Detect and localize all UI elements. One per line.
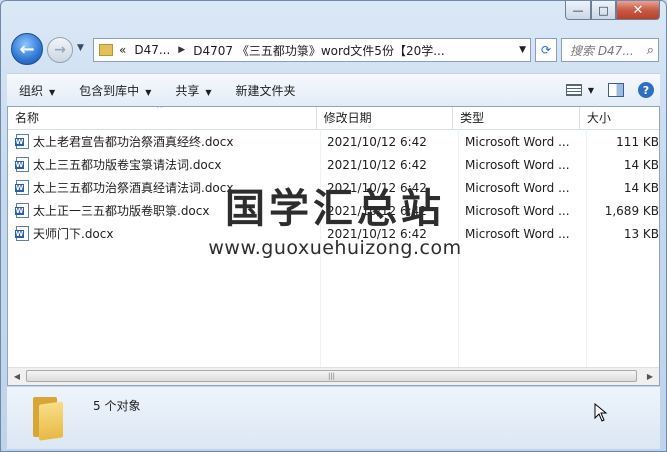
chevron-right-icon[interactable]: ▶ xyxy=(178,45,185,55)
file-type: Microsoft Word ... xyxy=(465,203,570,218)
scrollbar-thumb[interactable]: ||| xyxy=(26,370,637,382)
include-library-label: 包含到库中 xyxy=(79,83,140,98)
file-type: Microsoft Word ... xyxy=(465,226,570,241)
organize-label: 组织 xyxy=(19,83,44,98)
address-bar[interactable]: « D47... ▶ D4707 《三五都功箓》word文件5份【20学... … xyxy=(93,38,531,62)
file-name: 太上老君宣告都功治祭酒真经终.docx xyxy=(33,135,234,149)
details-pane: 5 个对象 xyxy=(7,387,660,449)
caption-buttons: — □ ✕ xyxy=(565,1,660,20)
navigation-bar: ← → ▼ « D47... ▶ D4707 《三五都功箓》word文件5份【2… xyxy=(9,33,659,67)
file-date: 2021/10/12 6:42 xyxy=(327,157,427,172)
file-name: 天师门下.docx xyxy=(33,227,114,241)
address-overflow[interactable]: « xyxy=(119,43,126,57)
new-folder-button[interactable]: 新建文件夹 xyxy=(224,82,308,99)
word-document-icon xyxy=(15,180,29,195)
chevron-down-icon: ▼ xyxy=(49,87,56,97)
maximize-button[interactable]: □ xyxy=(591,1,616,20)
column-header-size[interactable]: 大小 xyxy=(580,107,659,129)
file-row[interactable]: 太上正一三五都功版卷职箓.docx 2021/10/12 6:42 Micros… xyxy=(8,199,659,222)
share-menu[interactable]: 共享 ▼ xyxy=(163,82,223,99)
chevron-down-icon: ▼ xyxy=(205,87,212,97)
file-size: 14 KB xyxy=(623,180,659,195)
view-icon xyxy=(565,84,582,96)
file-date: 2021/10/12 6:42 xyxy=(327,203,427,218)
scroll-right-icon[interactable]: ▶ xyxy=(643,370,657,383)
forward-button[interactable]: → xyxy=(47,37,73,63)
search-placeholder: 搜索 D47... xyxy=(570,43,634,58)
toolbar-right-group: ▼ ? xyxy=(565,74,654,106)
column-header-name[interactable]: ^ 名称 xyxy=(8,107,317,129)
horizontal-scrollbar[interactable]: ◀ ||| ▶ xyxy=(8,367,659,385)
sort-ascending-icon: ^ xyxy=(156,107,163,113)
word-document-icon xyxy=(15,226,29,241)
file-row[interactable]: 天师门下.docx 2021/10/12 6:42 Microsoft Word… xyxy=(8,222,659,245)
file-name: 太上正一三五都功版卷职箓.docx xyxy=(33,204,210,218)
file-size: 14 KB xyxy=(623,157,659,172)
word-document-icon xyxy=(15,203,29,218)
include-in-library-menu[interactable]: 包含到库中 ▼ xyxy=(67,82,163,99)
address-segment-current[interactable]: D4707 《三五都功箓》word文件5份【20学... xyxy=(193,42,444,59)
folder-icon xyxy=(99,44,113,56)
minimize-button[interactable]: — xyxy=(565,1,591,20)
organize-menu[interactable]: 组织 ▼ xyxy=(7,82,67,99)
new-folder-label: 新建文件夹 xyxy=(235,83,296,98)
help-icon[interactable]: ? xyxy=(638,82,654,98)
file-size: 13 KB xyxy=(623,226,659,241)
address-segment-parent[interactable]: D47... xyxy=(134,43,170,57)
back-arrow-icon: ← xyxy=(19,38,35,60)
chevron-down-icon: ▼ xyxy=(145,87,152,97)
item-count: 5 个对象 xyxy=(93,399,141,413)
file-type: Microsoft Word ... xyxy=(465,180,570,195)
scroll-left-icon[interactable]: ◀ xyxy=(10,370,24,383)
file-name: 太上三五都功治祭酒真经请法词.docx xyxy=(33,181,234,195)
search-input[interactable]: 搜索 D47... ⌕ xyxy=(561,38,659,62)
file-name: 太上三五都功版卷宝箓请法词.docx xyxy=(33,158,222,172)
recent-pages-dropdown[interactable]: ▼ xyxy=(77,43,84,53)
address-dropdown-icon[interactable]: ▼ xyxy=(519,45,526,55)
file-rows: 太上老君宣告都功治祭酒真经终.docx 2021/10/12 6:42 Micr… xyxy=(8,130,659,245)
refresh-button[interactable]: ⟳ xyxy=(535,38,557,62)
change-view-button[interactable]: ▼ xyxy=(565,84,594,96)
folder-icon xyxy=(29,395,67,441)
column-header-type[interactable]: 类型 xyxy=(453,107,580,129)
file-size: 111 KB xyxy=(616,134,659,149)
back-button[interactable]: ← xyxy=(11,33,43,65)
file-list: ^ 名称 修改日期 类型 大小 太上老君宣告都功治祭酒真经终.docx 2021/… xyxy=(7,106,660,386)
column-name-label: 名称 xyxy=(15,111,40,125)
command-bar: 组织 ▼ 包含到库中 ▼ 共享 ▼ 新建文件夹 ▼ ? xyxy=(7,73,660,107)
file-date: 2021/10/12 6:42 xyxy=(327,180,427,195)
file-size: 1,689 KB xyxy=(604,203,659,218)
file-row[interactable]: 太上三五都功治祭酒真经请法词.docx 2021/10/12 6:42 Micr… xyxy=(8,176,659,199)
word-document-icon xyxy=(15,157,29,172)
close-button[interactable]: ✕ xyxy=(616,1,660,20)
preview-pane-icon[interactable] xyxy=(608,83,624,97)
column-header-row: ^ 名称 修改日期 类型 大小 xyxy=(8,107,659,130)
column-header-date[interactable]: 修改日期 xyxy=(317,107,454,129)
file-row[interactable]: 太上三五都功版卷宝箓请法词.docx 2021/10/12 6:42 Micro… xyxy=(8,153,659,176)
chevron-down-icon: ▼ xyxy=(587,85,594,95)
forward-arrow-icon: → xyxy=(54,42,66,58)
file-date: 2021/10/12 6:42 xyxy=(327,226,427,241)
file-type: Microsoft Word ... xyxy=(465,157,570,172)
file-type: Microsoft Word ... xyxy=(465,134,570,149)
word-document-icon xyxy=(15,134,29,149)
file-row[interactable]: 太上老君宣告都功治祭酒真经终.docx 2021/10/12 6:42 Micr… xyxy=(8,130,659,153)
file-date: 2021/10/12 6:42 xyxy=(327,134,427,149)
share-label: 共享 xyxy=(175,83,200,98)
explorer-window: — □ ✕ ← → ▼ « D47... ▶ D4707 《三五都功箓》word… xyxy=(0,0,667,452)
search-icon[interactable]: ⌕ xyxy=(647,43,654,58)
mouse-cursor-icon xyxy=(594,403,608,422)
refresh-icon: ⟳ xyxy=(540,43,552,57)
